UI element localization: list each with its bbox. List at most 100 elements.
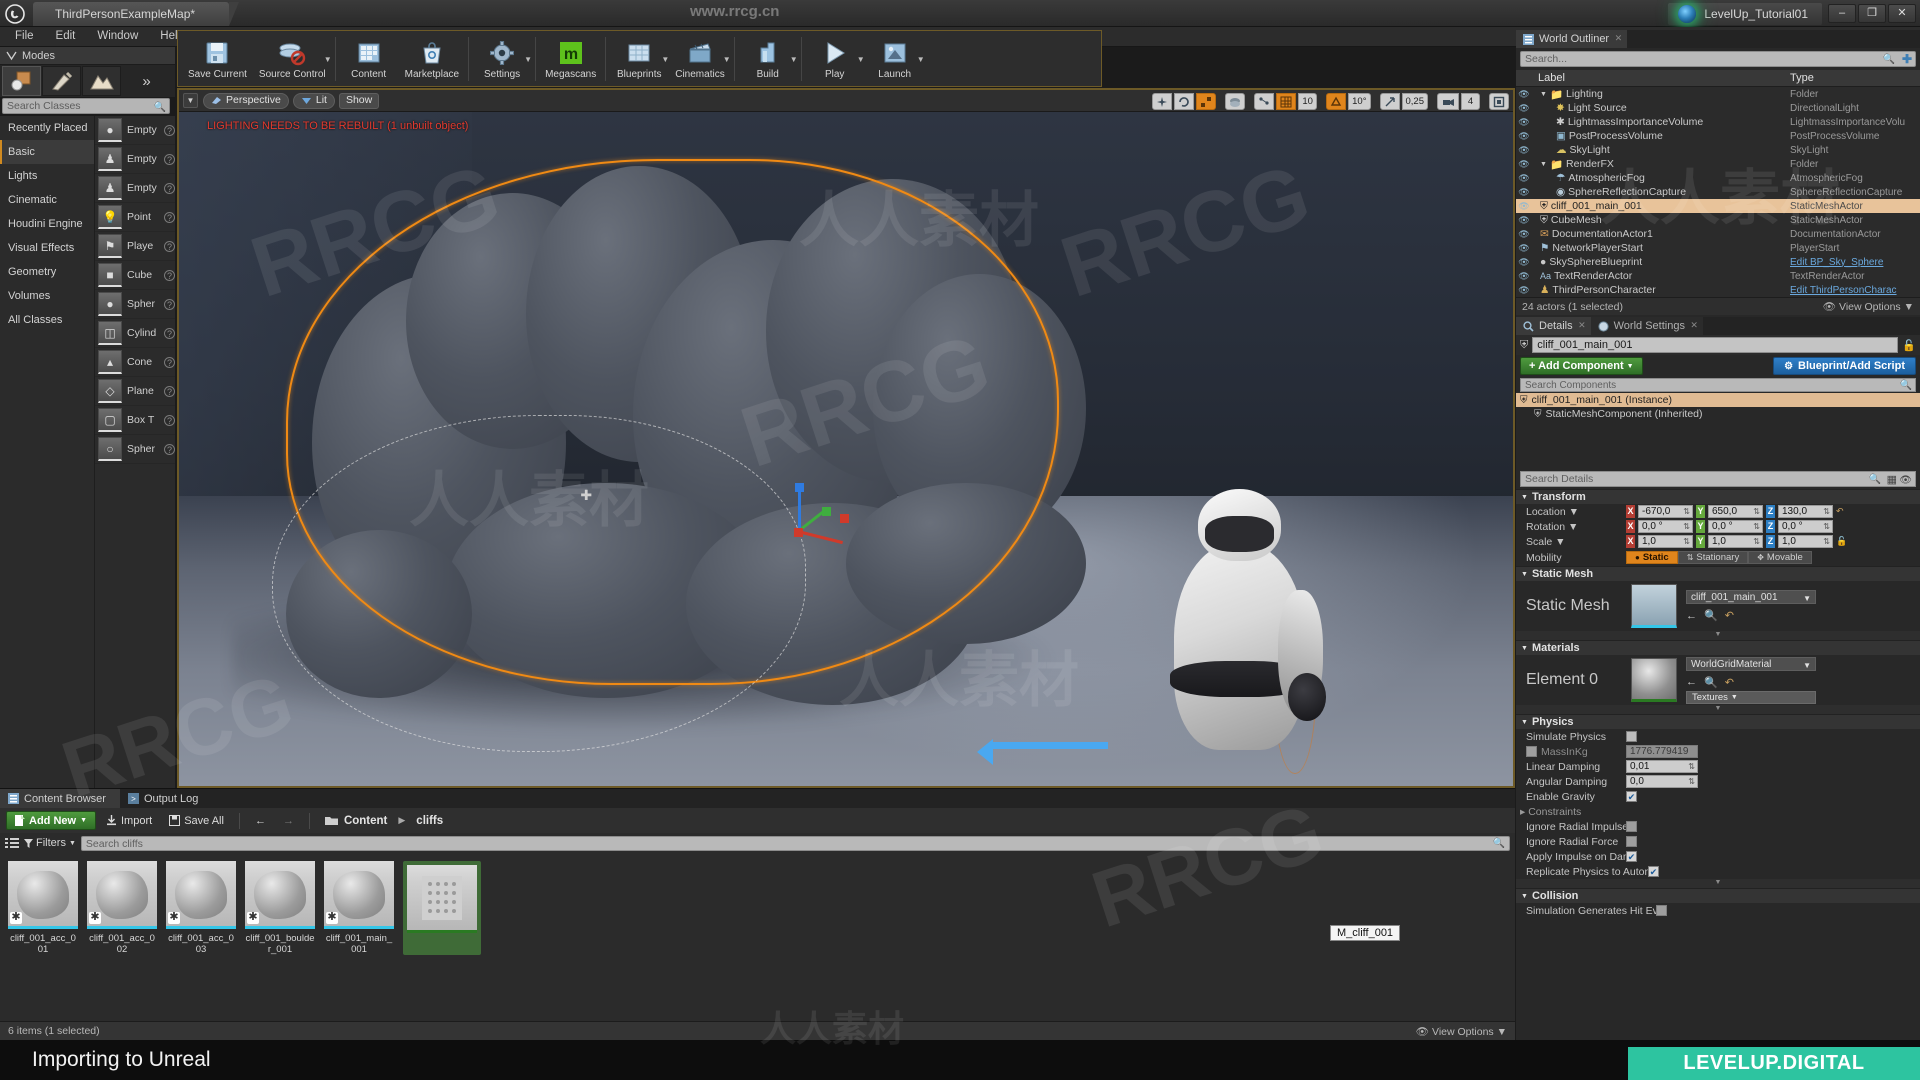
section-materials[interactable]: ▼ Materials (1516, 640, 1920, 655)
outliner-row-atmospheric-fog[interactable]: 👁 ☂ AtmosphericFog AtmosphericFog (1516, 171, 1920, 185)
category-houdini-engine[interactable]: Houdini Engine (0, 212, 94, 236)
outliner-row-network-player-start[interactable]: 👁 ⚑ NetworkPlayerStart PlayerStart (1516, 241, 1920, 255)
rotate-tool-button[interactable] (1174, 93, 1195, 110)
location-x-input[interactable]: -670,0 ⇅ (1638, 505, 1693, 518)
mobility-static-button[interactable]: ● Static (1626, 551, 1678, 564)
outliner-row-lightmass-volume[interactable]: 👁 ✱ LightmassImportanceVolume LightmassI… (1516, 115, 1920, 129)
mobility-movable-button[interactable]: ✥ Movable (1748, 551, 1812, 564)
gizmo-x-handle[interactable] (839, 513, 849, 523)
third-person-character[interactable] (1153, 489, 1327, 786)
enable-gravity-checkbox[interactable]: ✔ (1626, 791, 1637, 802)
surface-snap-button[interactable] (1254, 93, 1275, 110)
simulate-physics-checkbox[interactable] (1626, 731, 1637, 742)
list-item[interactable]: ▢ Box T ? (95, 406, 175, 435)
property-constraints-group[interactable]: ▸ Constraints (1516, 804, 1920, 819)
list-item[interactable]: ■ Cube ? (95, 261, 175, 290)
static-mesh-thumbnail[interactable] (1631, 584, 1677, 628)
grid-snap-value[interactable]: 10 (1298, 93, 1318, 110)
scale-snap-value[interactable]: 0,25 (1401, 93, 1428, 110)
scale-z-input[interactable]: 1,0 ⇅ (1778, 535, 1833, 548)
launch-button[interactable]: Launch ▼ (865, 33, 925, 85)
visibility-eye-icon[interactable]: 👁 (1516, 159, 1532, 170)
location-y-input[interactable]: 650,0 ⇅ (1708, 505, 1763, 518)
browse-asset-icon[interactable]: 🔍 (1704, 609, 1718, 622)
components-search-input[interactable]: Search Components 🔍 (1520, 378, 1916, 392)
modes-tab[interactable]: Modes (0, 47, 175, 65)
world-space-button[interactable] (1225, 93, 1246, 110)
rotation-snap-value[interactable]: 10° (1348, 93, 1371, 110)
reset-asset-icon[interactable]: ↶ (1725, 609, 1734, 622)
close-icon[interactable]: ✕ (1690, 320, 1698, 331)
forward-button[interactable]: → (276, 811, 301, 830)
rotation-x-input[interactable]: 0,0 ° ⇅ (1638, 520, 1693, 533)
list-item[interactable]: ◫ Cylind ? (95, 319, 175, 348)
back-button[interactable]: ← (248, 811, 273, 830)
outliner-row-light-source[interactable]: 👁 ✸ Light Source DirectionalLight (1516, 101, 1920, 115)
list-item[interactable]: ◇ Plane ? (95, 377, 175, 406)
show-menu-button[interactable]: Show (338, 92, 380, 109)
viewport-options-button[interactable]: ▼ (183, 93, 198, 108)
chevron-down-icon[interactable]: ▼ (723, 55, 731, 64)
place-mode-button[interactable] (2, 66, 41, 96)
landscape-mode-button[interactable] (82, 66, 121, 96)
visibility-eye-icon[interactable]: 👁 (1516, 187, 1532, 198)
category-recently-placed[interactable]: Recently Placed (0, 116, 94, 140)
browse-material-icon[interactable]: 🔍 (1704, 676, 1718, 689)
gizmo-y-handle[interactable] (821, 506, 831, 516)
close-icon[interactable]: ✕ (1578, 320, 1586, 331)
visibility-eye-icon[interactable]: 👁 (1516, 173, 1532, 184)
column-type[interactable]: Type (1790, 72, 1920, 84)
lit-button[interactable]: Lit (292, 92, 335, 109)
visibility-eye-icon[interactable]: 👁 (1516, 229, 1532, 240)
simulation-hit-events-checkbox[interactable] (1656, 905, 1667, 916)
category-visual-effects[interactable]: Visual Effects (0, 236, 94, 260)
visibility-eye-icon[interactable]: 👁 (1516, 243, 1532, 254)
static-mesh-expander[interactable]: ▼ (1516, 631, 1920, 640)
list-item[interactable]: ♟ Empty ? (95, 145, 175, 174)
search-classes-input[interactable]: Search Classes 🔍 (2, 98, 170, 114)
project-name-pill[interactable]: LevelUp_Tutorial01 (1668, 2, 1822, 25)
physics-expander[interactable]: ▼ (1516, 879, 1920, 888)
list-item[interactable]: ♟ Empty ? (95, 174, 175, 203)
menu-edit[interactable]: Edit (45, 27, 87, 46)
gizmo-origin-handle[interactable] (793, 527, 803, 537)
section-collision[interactable]: ▼ Collision (1516, 888, 1920, 903)
megascans-button[interactable]: m Megascans (539, 33, 602, 85)
list-item[interactable]: 💡 Point ? (95, 203, 175, 232)
filters-button[interactable]: Filters ▼ (24, 837, 76, 849)
outliner-row-cubemesh[interactable]: 👁 ⛨ CubeMesh StaticMeshActor (1516, 213, 1920, 227)
blueprint-add-script-button[interactable]: ⚙ Blueprint/Add Script (1773, 357, 1916, 375)
save-all-button[interactable]: Save All (162, 811, 231, 830)
breadcrumb-content[interactable]: Content (344, 815, 387, 827)
materials-expander[interactable]: ▼ (1516, 705, 1920, 714)
column-label[interactable]: Label (1516, 72, 1790, 84)
tab-content-browser[interactable]: Content Browser (0, 789, 120, 808)
tab-output-log[interactable]: > Output Log (120, 789, 212, 808)
cinematics-button[interactable]: Cinematics ▼ (669, 33, 731, 85)
use-selected-material-icon[interactable]: ← (1686, 676, 1697, 688)
angular-damping-input[interactable]: 0,0 ⇅ (1626, 775, 1698, 788)
visibility-eye-icon[interactable]: 👁 (1516, 103, 1532, 114)
ignore-radial-impulse-checkbox[interactable] (1626, 821, 1637, 832)
tab-world-settings[interactable]: World Settings ✕ (1590, 317, 1703, 335)
category-volumes[interactable]: Volumes (0, 284, 94, 308)
list-item[interactable]: ● Empty ? (95, 116, 175, 145)
scale-x-input[interactable]: 1,0 ⇅ (1638, 535, 1693, 548)
save-current-button[interactable]: Save Current (182, 33, 253, 85)
viewport-canvas[interactable]: ✚ LIGHTING NEEDS TO BE REBUILT (1 unbuil… (179, 112, 1513, 786)
level-viewport[interactable]: ▼ Perspective Lit Show 10 10° 0,25 4 ✚ L… (177, 88, 1515, 788)
add-new-button[interactable]: Add New ▼ (6, 811, 96, 830)
category-cinematic[interactable]: Cinematic (0, 188, 94, 212)
chevron-down-icon[interactable]: ▼ (324, 55, 332, 64)
static-mesh-combo[interactable]: cliff_001_main_001 ▼ (1686, 590, 1816, 604)
list-item[interactable]: ⚑ Playe ? (95, 232, 175, 261)
section-transform[interactable]: ▼ Transform (1516, 489, 1920, 504)
mobility-stationary-button[interactable]: ⇅ Stationary (1677, 551, 1749, 564)
menu-window[interactable]: Window (86, 27, 149, 46)
more-modes-button[interactable]: » (122, 66, 161, 96)
outliner-row-sky-sphere-blueprint[interactable]: 👁 ● SkySphereBlueprint Edit BP_Sky_Spher… (1516, 255, 1920, 269)
row-type-link[interactable]: Edit BP_Sky_Sphere (1790, 257, 1920, 268)
visibility-eye-icon[interactable]: 👁 (1516, 215, 1532, 226)
visibility-eye-icon[interactable]: 👁 (1516, 145, 1532, 156)
replicate-physics-checkbox[interactable]: ✔ (1648, 866, 1659, 877)
